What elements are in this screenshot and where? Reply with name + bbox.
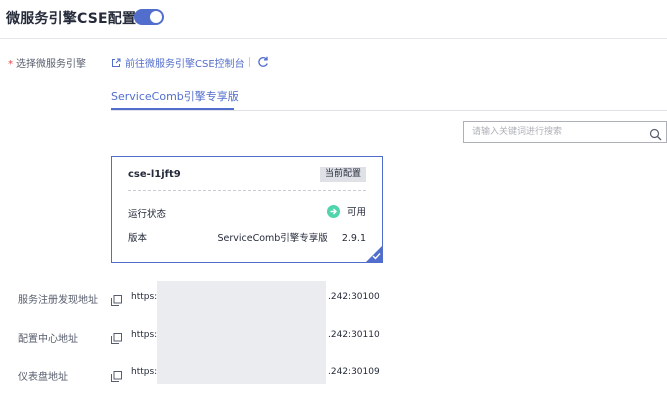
status-value-group: 可用 [326, 204, 366, 218]
version-number: 2.9.1 [341, 233, 366, 244]
registry-address-label: 服务注册发现地址 [18, 295, 98, 306]
engine-search-box[interactable] [463, 121, 667, 143]
engine-card[interactable]: cse-l1jft9 当前配置 运行状态 可用 版本 ServiceComb引擎… [111, 156, 383, 263]
redaction-mask [157, 281, 326, 384]
copy-icon[interactable] [111, 291, 122, 306]
copy-icon[interactable] [111, 329, 122, 344]
current-config-badge: 当前配置 [319, 167, 366, 182]
search-icon[interactable] [649, 126, 662, 141]
selected-corner [366, 246, 382, 262]
version-value: ServiceComb引擎专享版 2.9.1 [217, 230, 366, 244]
engine-name: cse-l1jft9 [128, 169, 181, 180]
search-input[interactable] [472, 125, 642, 139]
registry-address-suffix: .242:30100 [328, 292, 380, 302]
engine-select-label-text: 选择微服务引擎 [16, 59, 86, 70]
version-label: 版本 [128, 233, 148, 244]
config-center-address-label: 配置中心地址 [18, 334, 78, 345]
checkmark-icon [372, 253, 381, 260]
goto-cse-console-text: 前往微服务引擎CSE控制台 [125, 59, 245, 70]
link-divider [249, 57, 250, 67]
check-circle-icon [326, 204, 340, 218]
external-link-icon [111, 58, 121, 68]
card-divider [128, 190, 366, 191]
tab-servicecomb-exclusive[interactable]: ServiceComb引擎专享版 [111, 88, 239, 104]
status-value: 可用 [346, 207, 366, 218]
cse-config-toggle[interactable] [134, 9, 164, 25]
header-divider [0, 38, 667, 39]
refresh-icon[interactable] [256, 54, 270, 68]
dashboard-address-label: 仪表盘地址 [18, 372, 68, 383]
engine-select-label: * 选择微服务引擎 [8, 55, 86, 70]
dashboard-address-suffix: .242:30109 [328, 367, 380, 377]
toggle-knob [150, 11, 162, 23]
goto-cse-console-link[interactable]: 前往微服务引擎CSE控制台 [111, 55, 245, 70]
required-marker: * [8, 59, 13, 70]
tab-bar-divider [111, 110, 667, 111]
page-title: 微服务引擎CSE配置 [6, 11, 137, 27]
status-label: 运行状态 [128, 209, 167, 220]
config-center-address-suffix: .242:30110 [328, 330, 380, 340]
version-edition: ServiceComb引擎专享版 [217, 233, 328, 244]
copy-icon[interactable] [111, 367, 122, 382]
